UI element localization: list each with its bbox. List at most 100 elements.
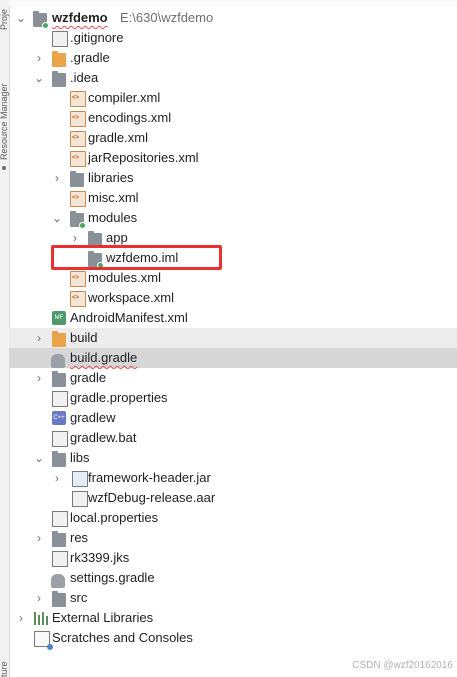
tree-item-libraries[interactable]: › libraries — [9, 168, 457, 188]
chevron-right-icon[interactable]: › — [51, 168, 63, 188]
xml-file-icon: <> — [70, 271, 86, 287]
tree-item-label: framework-header.jar — [88, 470, 211, 485]
chevron-right-icon[interactable]: › — [33, 588, 45, 608]
scratches-icon — [34, 631, 53, 650]
folder-icon — [52, 371, 66, 387]
folder-icon — [52, 331, 66, 347]
resource-folder-icon — [52, 531, 66, 547]
chevron-right-icon[interactable]: › — [15, 608, 27, 628]
chevron-down-icon[interactable]: ⌄ — [51, 208, 63, 228]
tree-item-compiler-xml[interactable]: <> compiler.xml — [9, 88, 457, 108]
tree-item-app[interactable]: › app — [9, 228, 457, 248]
chevron-right-icon[interactable]: › — [33, 328, 45, 348]
jar-file-icon — [72, 471, 88, 487]
chevron-right-icon[interactable]: › — [69, 228, 81, 248]
root-path: E:\630\wzfdemo — [120, 10, 214, 25]
chevron-down-icon[interactable]: ⌄ — [33, 448, 45, 468]
tree-item-gradle-xml[interactable]: <> gradle.xml — [9, 128, 457, 148]
folder-icon — [52, 451, 66, 467]
tree-item-gradlew-bat[interactable]: gradlew.bat — [9, 428, 457, 448]
gradle-elephant-icon — [51, 574, 65, 588]
tree-item-modules[interactable]: ⌄ modules — [9, 208, 457, 229]
tree-item-gradle-folder[interactable]: › gradle — [9, 368, 457, 388]
folder-icon — [52, 591, 66, 607]
resource-manager-icon — [2, 166, 6, 170]
tree-item-framework-header-jar[interactable]: › framework-header.jar — [9, 468, 457, 488]
tree-item-local-properties[interactable]: local.properties — [9, 508, 457, 528]
tree-item-label: src — [70, 590, 88, 605]
tree-item-androidmanifest[interactable]: MF AndroidManifest.xml — [9, 308, 457, 328]
tree-item-libs[interactable]: ⌄ libs — [9, 448, 457, 468]
tree-item-gradle-properties[interactable]: gradle.properties — [9, 388, 457, 408]
tree-item-label: gradle.xml — [88, 130, 148, 145]
chevron-right-icon[interactable]: › — [33, 48, 45, 68]
tree-item-label: misc.xml — [88, 190, 139, 205]
folder-icon — [52, 51, 66, 67]
xml-file-icon: <> — [70, 291, 86, 307]
tree-item-wzfdemo-iml[interactable]: wzfdemo.iml — [9, 248, 457, 269]
resource-manager-tab[interactable]: Resource Manager — [0, 83, 9, 160]
tree-item-jarrepositories-xml[interactable]: <> jarRepositories.xml — [9, 148, 457, 168]
panel-header-strip — [9, 0, 457, 6]
text-file-icon — [52, 431, 68, 447]
bottom-tool-tab[interactable]: ture — [0, 661, 9, 677]
tree-item-label: libraries — [88, 170, 134, 185]
tree-item-label: modules — [88, 210, 138, 225]
folder-icon — [88, 231, 102, 247]
tree-root[interactable]: ⌄ wzfdemo E:\630\wzfdemo — [9, 8, 457, 29]
tree-item-label: gradlew.bat — [70, 430, 137, 445]
tree-item-label: compiler.xml — [88, 90, 161, 105]
xml-file-icon: <> — [70, 131, 86, 147]
tree-item-label: settings.gradle — [70, 570, 155, 585]
cpp-file-icon: C++ — [52, 411, 66, 425]
tree-item-build[interactable]: › build — [9, 328, 457, 348]
tree-item-label: rk3399.jks — [70, 550, 130, 565]
tree-item-label: jarRepositories.xml — [88, 150, 199, 165]
tree-item-src[interactable]: › src — [9, 588, 457, 608]
chevron-down-icon[interactable]: ⌄ — [33, 68, 45, 88]
tree-item-wzfdebug-aar[interactable]: wzfDebug-release.aar — [9, 488, 457, 508]
tree-item-label: build — [70, 330, 98, 345]
watermark: CSDN @wzf20162016 — [352, 660, 453, 671]
tree-item-build-gradle[interactable]: build.gradle — [9, 348, 457, 368]
tree-item-rk3399-jks[interactable]: rk3399.jks — [9, 548, 457, 568]
xml-file-icon: <> — [70, 111, 86, 127]
tree-item-label: workspace.xml — [88, 290, 174, 305]
tree-item-res[interactable]: › res — [9, 528, 457, 548]
tree-item-idea[interactable]: ⌄ .idea — [9, 68, 457, 88]
root-name: wzfdemo — [52, 10, 108, 25]
chevron-right-icon[interactable]: › — [51, 468, 63, 488]
tree-item-misc-xml[interactable]: <> misc.xml — [9, 188, 457, 208]
tree-item-label: gradle — [70, 370, 107, 385]
gradle-elephant-icon — [51, 354, 65, 368]
manifest-file-icon: MF — [52, 311, 66, 325]
tree-item-external-libraries[interactable]: › External Libraries — [9, 608, 457, 628]
tree-item-settings-gradle[interactable]: settings.gradle — [9, 568, 457, 588]
module-folder-icon — [33, 11, 49, 29]
tree-item-label: Scratches and Consoles — [52, 630, 193, 645]
tree-item-label: .idea — [70, 70, 99, 85]
tree-item-label: modules.xml — [88, 270, 161, 285]
libraries-icon — [34, 611, 48, 625]
aar-file-icon — [72, 491, 88, 507]
chevron-right-icon[interactable]: › — [33, 528, 45, 548]
tree-item-modules-xml[interactable]: <> modules.xml — [9, 268, 457, 288]
tree-item-label: gradle.properties — [70, 390, 168, 405]
tree-item-label: wzfdemo.iml — [106, 250, 179, 265]
ignore-file-icon — [52, 31, 68, 47]
properties-file-icon — [52, 511, 68, 527]
tree-item-encodings-xml[interactable]: <> encodings.xml — [9, 108, 457, 128]
tree-item-label: local.properties — [70, 510, 159, 525]
tree-item-label: libs — [70, 450, 90, 465]
xml-file-icon: <> — [70, 151, 86, 167]
chevron-right-icon[interactable]: › — [33, 368, 45, 388]
project-tab[interactable]: Proje — [0, 9, 9, 30]
tree-item-scratches[interactable]: Scratches and Consoles — [9, 628, 457, 650]
file-icon — [52, 551, 68, 567]
chevron-down-icon[interactable]: ⌄ — [15, 8, 27, 28]
tree-item-gitignore[interactable]: .gitignore — [9, 28, 457, 48]
tree-item-workspace-xml[interactable]: <> workspace.xml — [9, 288, 457, 308]
tree-item-gradle-dir[interactable]: › .gradle — [9, 48, 457, 68]
tree-item-gradlew[interactable]: C++ gradlew — [9, 408, 457, 428]
tree-item-label: encodings.xml — [88, 110, 172, 125]
